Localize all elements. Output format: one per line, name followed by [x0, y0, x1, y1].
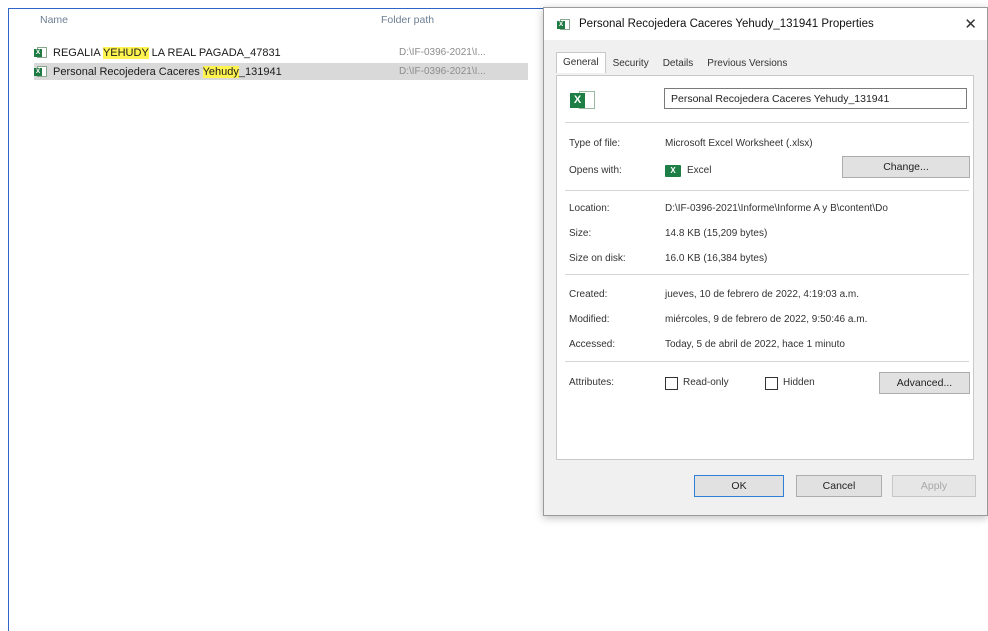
- location-label: Location:: [569, 203, 610, 214]
- properties-dialog: X Personal Recojedera Caceres Yehudy_131…: [543, 7, 988, 516]
- result-name: REGALIA YEHUDY LA REAL PAGADA_47831: [53, 46, 281, 59]
- created-value: jueves, 10 de febrero de 2022, 4:19:03 a…: [665, 289, 860, 300]
- search-results-pane: Name Folder path X REGALIA YEHUDY LA REA…: [0, 0, 545, 631]
- file-name-field[interactable]: [664, 88, 967, 109]
- created-label: Created:: [569, 289, 608, 300]
- excel-icon: X: [557, 18, 571, 31]
- change-button[interactable]: Change...: [842, 156, 970, 178]
- divider: [565, 190, 969, 191]
- accessed-label: Accessed:: [569, 339, 616, 350]
- excel-app-icon: X: [665, 165, 681, 177]
- tab-security[interactable]: Security: [606, 54, 656, 73]
- cancel-button[interactable]: Cancel: [796, 475, 882, 497]
- result-name: Personal Recojedera Caceres Yehudy_13194…: [53, 65, 282, 78]
- column-header-folder-path[interactable]: Folder path: [381, 14, 434, 26]
- divider: [565, 122, 969, 123]
- column-header-name[interactable]: Name: [40, 14, 68, 26]
- general-panel: X Type of file: Microsoft Excel Workshee…: [556, 75, 974, 460]
- opens-with-value: Excel: [687, 165, 712, 176]
- accessed-value: Today, 5 de abril de 2022, hace 1 minuto: [665, 339, 845, 350]
- read-only-label[interactable]: Read-only: [683, 377, 729, 388]
- divider: [565, 361, 969, 362]
- apply-button: Apply: [892, 475, 976, 497]
- size-on-disk-label: Size on disk:: [569, 253, 626, 264]
- location-value: D:\IF-0396-2021\Informe\Informe A y B\co…: [665, 203, 888, 214]
- advanced-button[interactable]: Advanced...: [879, 372, 970, 394]
- excel-file-icon: X: [34, 46, 48, 59]
- type-of-file-label: Type of file:: [569, 138, 621, 149]
- tab-details[interactable]: Details: [656, 54, 701, 73]
- tab-strip: General Security Details Previous Versio…: [556, 52, 794, 73]
- type-of-file-value: Microsoft Excel Worksheet (.xlsx): [665, 138, 813, 149]
- dialog-titlebar[interactable]: X Personal Recojedera Caceres Yehudy_131…: [544, 8, 987, 40]
- result-folder-path: D:\IF-0396-2021\I...: [399, 47, 486, 58]
- read-only-checkbox[interactable]: [665, 377, 678, 390]
- result-row-personal-recojedera[interactable]: X Personal Recojedera Caceres Yehudy_131…: [34, 63, 528, 80]
- modified-value: miércoles, 9 de febrero de 2022, 9:50:46…: [665, 314, 868, 325]
- tab-general[interactable]: General: [556, 52, 606, 73]
- result-row-regalia[interactable]: X REGALIA YEHUDY LA REAL PAGADA_47831 D:…: [34, 44, 528, 61]
- size-value: 14.8 KB (15,209 bytes): [665, 228, 768, 239]
- dialog-title: Personal Recojedera Caceres Yehudy_13194…: [579, 18, 874, 30]
- ok-button[interactable]: OK: [694, 475, 784, 497]
- hidden-label[interactable]: Hidden: [783, 377, 815, 388]
- opens-with-label: Opens with:: [569, 165, 622, 176]
- excel-file-icon: X: [570, 89, 596, 111]
- tab-previous-versions[interactable]: Previous Versions: [700, 54, 794, 73]
- divider: [565, 274, 969, 275]
- size-on-disk-value: 16.0 KB (16,384 bytes): [665, 253, 768, 264]
- result-folder-path: D:\IF-0396-2021\I...: [399, 66, 486, 77]
- modified-label: Modified:: [569, 314, 610, 325]
- close-icon[interactable]: ✕: [964, 15, 977, 33]
- attributes-label: Attributes:: [569, 377, 615, 388]
- hidden-checkbox[interactable]: [765, 377, 778, 390]
- excel-file-icon: X: [34, 65, 48, 78]
- size-label: Size:: [569, 228, 592, 239]
